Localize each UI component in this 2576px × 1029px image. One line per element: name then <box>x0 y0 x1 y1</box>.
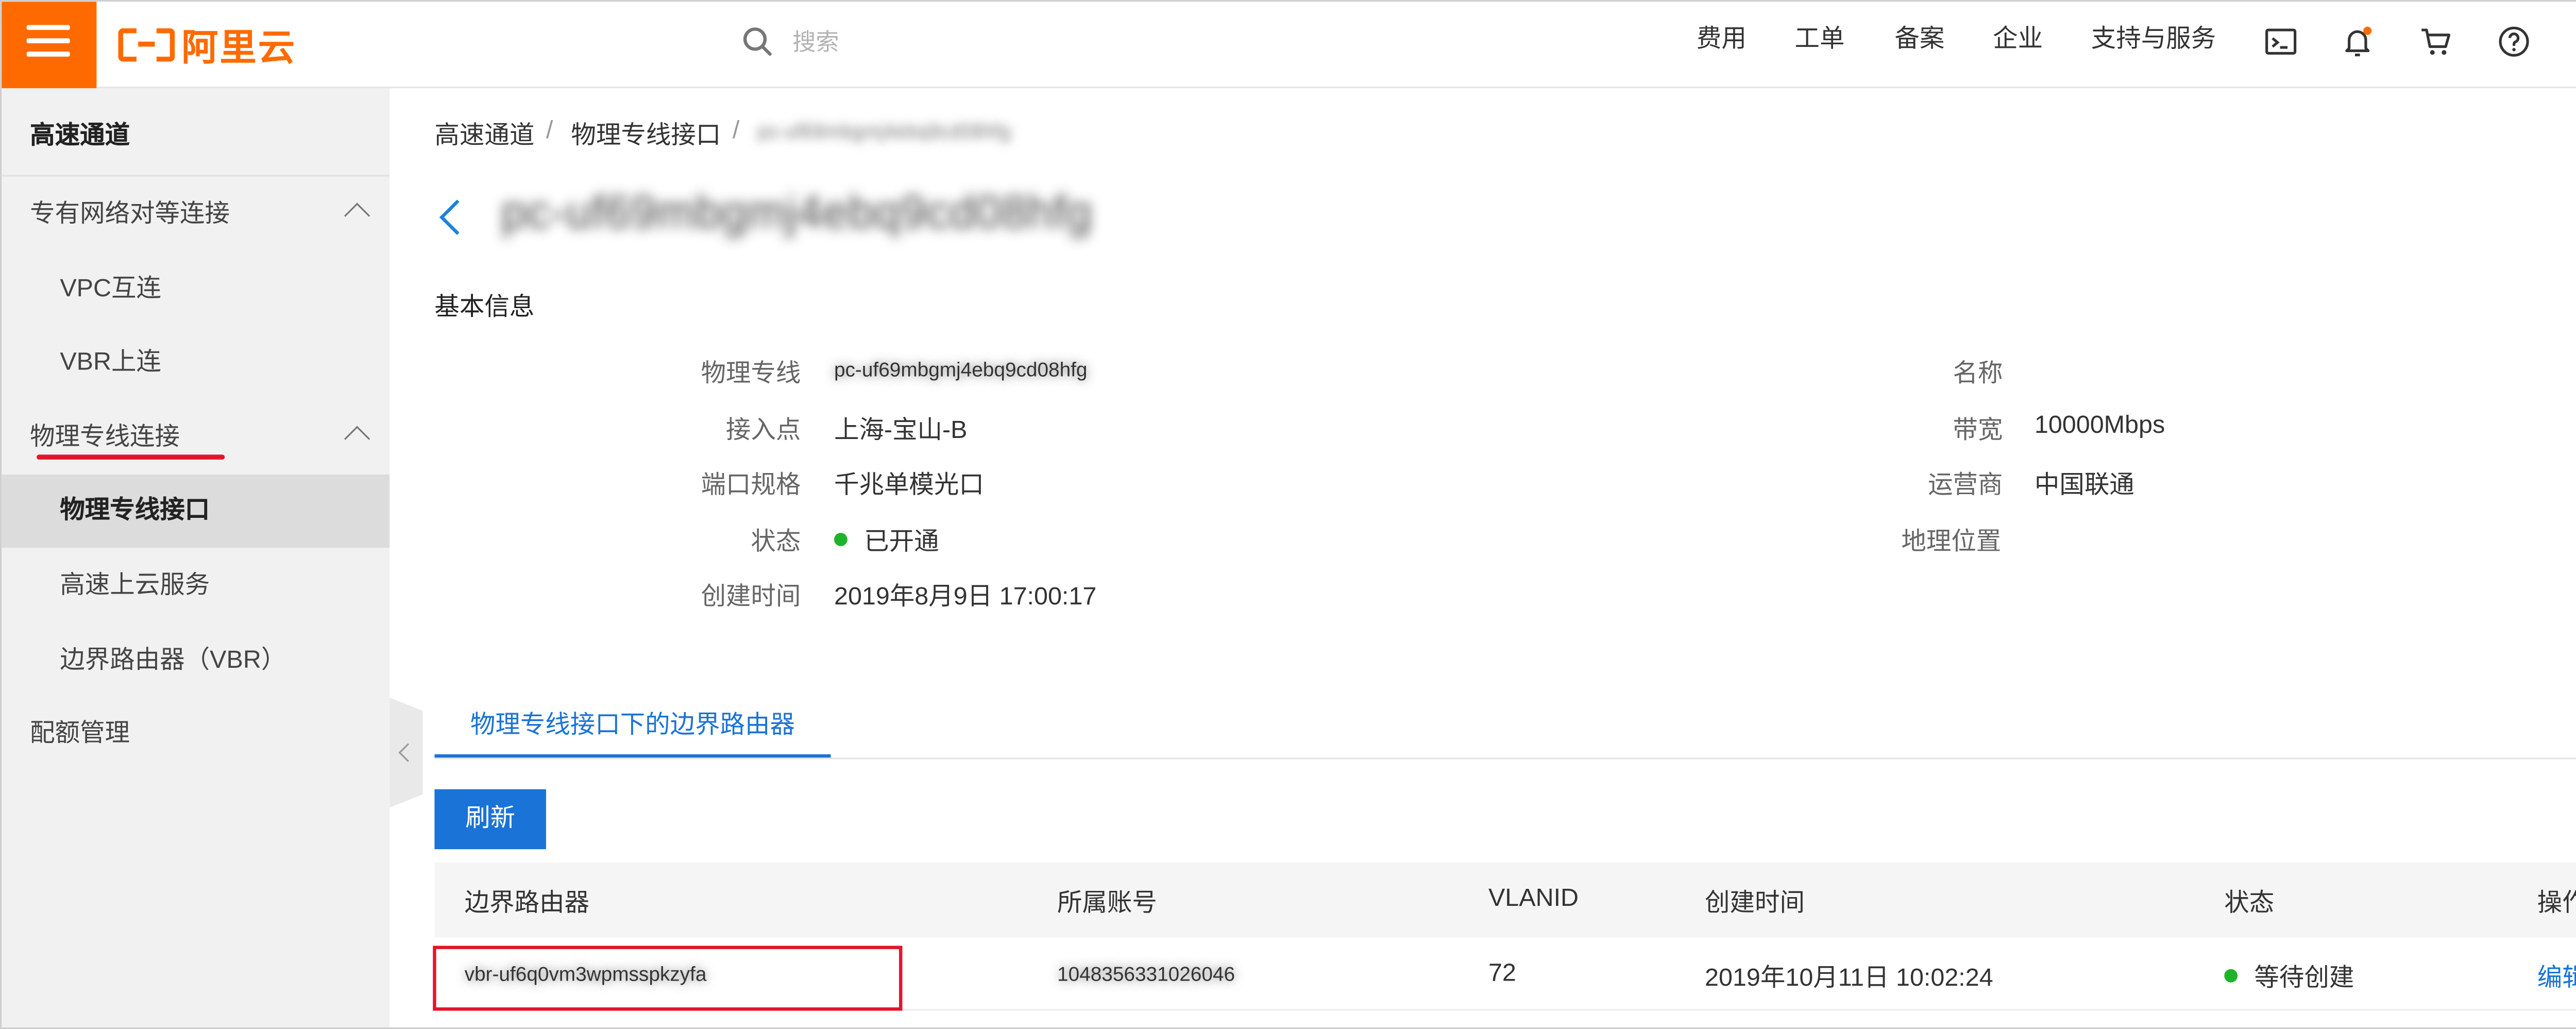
column-header-created: 创建时间 <box>1705 889 1805 918</box>
field-label-created: 创建时间 <box>701 583 801 611</box>
aliyun-logo-icon <box>118 28 175 62</box>
page-title: pc-uf69mbgmj4ebq9cd08hfg <box>501 186 1092 239</box>
field-value-created: 2019年8月9日 17:00:17 <box>834 583 1097 611</box>
search-box[interactable]: 搜索 <box>742 22 839 62</box>
sidebar-divider <box>2 175 390 177</box>
sidebar-group-label: 专有网络对等连接 <box>30 199 230 228</box>
cell-status: 等待创建 <box>2224 959 2354 994</box>
sidebar-item-quota[interactable]: 配额管理 <box>2 698 389 771</box>
field-value-carrier: 中国联通 <box>2034 471 2134 500</box>
cell-account: 1048356331026046 <box>1057 962 1235 986</box>
status-dot-icon <box>834 533 848 547</box>
field-label-access-point: 接入点 <box>725 416 801 445</box>
aliyun-logo[interactable]: 阿里云 <box>118 22 296 68</box>
sidebar-item-vpc-interconnect[interactable]: VPC互连 <box>2 253 389 326</box>
edit-link[interactable]: 编辑 <box>2537 959 2576 994</box>
terminal-icon[interactable] <box>2264 25 2298 58</box>
search-icon <box>743 27 772 56</box>
breadcrumb-physical-interface[interactable]: 物理专线接口 <box>571 116 721 151</box>
sidebar-group-label: 物理专线连接 <box>30 423 180 451</box>
sidebar-item-physical-interface[interactable]: 物理专线接口 <box>2 474 390 548</box>
column-header-account: 所属账号 <box>1057 889 1157 918</box>
field-label-physical-connection: 物理专线 <box>701 360 801 388</box>
field-value-status: 已开通 <box>834 523 939 558</box>
field-label-location: 地理位置 <box>1901 528 2002 556</box>
field-label-status: 状态 <box>751 528 801 556</box>
sidebar-title: 高速通道 <box>30 121 130 150</box>
cell-created: 2019年10月11日 10:02:24 <box>1705 964 1993 992</box>
sidebar-item-vbr-uplink[interactable]: VBR上连 <box>2 326 389 399</box>
field-label-port-type: 端口规格 <box>701 471 801 500</box>
chevron-up-icon <box>344 203 370 229</box>
nav-enterprise[interactable]: 企业 <box>1993 2 2043 78</box>
tab-divider <box>434 757 2576 760</box>
sidebar-item-label: 边界路由器（VBR） <box>60 646 286 674</box>
sidebar: 高速通道 专有网络对等连接 VPC互连 VBR上连 物理专线连接 物理专线接口 … <box>2 88 390 1027</box>
status-dot-icon <box>2224 969 2238 983</box>
field-value-physical-connection: pc-uf69mbgmj4ebq9cd08hfg <box>834 358 1088 382</box>
cart-icon[interactable] <box>2419 25 2452 58</box>
sidebar-item-label: 配额管理 <box>30 719 130 748</box>
nav-tickets[interactable]: 工单 <box>1795 2 1845 78</box>
annotation-highlight-box <box>433 946 903 1011</box>
breadcrumb-separator: / <box>546 116 553 145</box>
bell-icon[interactable] <box>2341 25 2374 58</box>
status-text: 已开通 <box>864 528 939 556</box>
sidebar-item-label: VBR上连 <box>60 348 161 377</box>
back-arrow-icon[interactable] <box>439 199 475 235</box>
chevron-up-icon <box>344 426 370 452</box>
tab-vbr-list[interactable]: 物理专线接口下的边界路由器 <box>434 698 831 760</box>
field-label-name: 名称 <box>1953 360 2003 388</box>
field-value-access-point: 上海-宝山-B <box>834 416 968 445</box>
help-icon[interactable] <box>2497 25 2531 58</box>
annotation-underline <box>37 454 225 460</box>
tab-label: 物理专线接口下的边界路由器 <box>470 711 795 739</box>
breadcrumb-separator: / <box>732 116 740 145</box>
column-header-actions: 操作 <box>2537 889 2576 918</box>
cell-vlanid: 72 <box>1488 959 1516 988</box>
logo-text: 阿里云 <box>181 26 297 69</box>
field-label-bandwidth: 带宽 <box>1953 416 2003 445</box>
nav-icp-filing[interactable]: 备案 <box>1894 2 1944 78</box>
chevron-left-icon <box>398 743 417 762</box>
sidebar-collapse-handle[interactable] <box>389 697 423 808</box>
sidebar-item-label: VPC互连 <box>60 275 161 303</box>
field-value-port-type: 千兆单模光口 <box>834 471 984 500</box>
refresh-button[interactable]: 刷新 <box>434 789 546 850</box>
column-header-vlanid: VLANID <box>1488 884 1579 913</box>
column-header-status: 状态 <box>2224 889 2275 918</box>
status-text: 等待创建 <box>2254 964 2354 992</box>
breadcrumb-current: pc-uf69mbgmj4ebq9cd08hfg <box>757 120 1011 143</box>
breadcrumb-home[interactable]: 高速通道 <box>434 116 534 151</box>
sidebar-item-cloud-express[interactable]: 高速上云服务 <box>2 549 389 622</box>
nav-support[interactable]: 支持与服务 <box>2091 2 2216 78</box>
sidebar-item-label: 高速上云服务 <box>60 571 210 600</box>
basic-info-title: 基本信息 <box>434 293 535 322</box>
column-header-vbr: 边界路由器 <box>464 889 590 918</box>
nav-billing[interactable]: 费用 <box>1697 2 1747 78</box>
field-label-carrier: 运营商 <box>1928 471 2003 500</box>
sidebar-group-vpc-peering[interactable]: 专有网络对等连接 <box>2 178 389 251</box>
field-value-bandwidth: 10000Mbps <box>2034 411 2165 440</box>
sidebar-item-vbr[interactable]: 边界路由器（VBR） <box>2 625 389 698</box>
sidebar-item-label: 物理专线接口 <box>60 496 210 525</box>
hamburger-menu-button[interactable] <box>2 2 97 89</box>
sidebar-group-physical-connection[interactable]: 物理专线连接 <box>2 401 389 475</box>
top-bar: 阿里云 搜索 费用 工单 备案 企业 支持与服务 <box>2 2 2576 89</box>
console-window: 阿里云 搜索 费用 工单 备案 企业 支持与服务 高速通道 专有网络对等连接 V… <box>0 0 2576 1029</box>
search-placeholder: 搜索 <box>792 28 839 55</box>
